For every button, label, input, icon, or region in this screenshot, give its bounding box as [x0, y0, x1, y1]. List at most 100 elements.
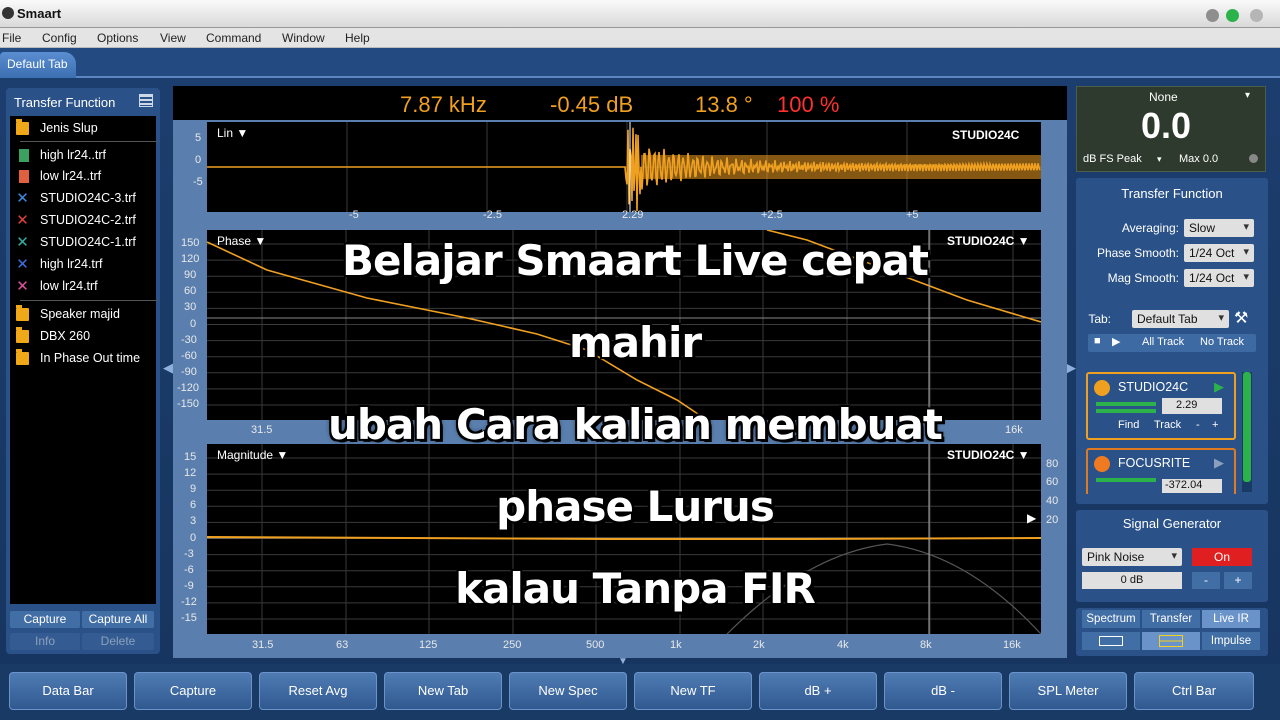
- menu-command[interactable]: Command: [206, 31, 261, 45]
- mag-smooth-select[interactable]: 1/24 Oct: [1184, 269, 1254, 287]
- db-plus-button[interactable]: dB +: [759, 672, 877, 710]
- delay-plus-button[interactable]: +: [1212, 419, 1218, 431]
- phase-y-tick: 90: [184, 269, 197, 282]
- meter-max: Max 0.0: [1179, 153, 1219, 165]
- x-icon: ✕: [16, 212, 29, 229]
- magnitude-plot-title[interactable]: Magnitude ▼: [217, 448, 288, 462]
- library-menu-icon[interactable]: [139, 94, 153, 107]
- spl-meter-button[interactable]: SPL Meter: [1009, 672, 1127, 710]
- phase-smooth-label: Phase Smooth:: [1096, 246, 1179, 260]
- find-button[interactable]: Find: [1118, 419, 1139, 431]
- track-power-icon[interactable]: [1094, 456, 1110, 472]
- delay-field[interactable]: 2.29: [1162, 398, 1222, 414]
- magnitude-y-tick: -12: [181, 595, 197, 608]
- meter-source-dropdown-icon[interactable]: ▾: [1245, 90, 1250, 101]
- signal-type-select[interactable]: Pink Noise: [1082, 548, 1182, 566]
- track-name: FOCUSRITE: [1118, 456, 1191, 470]
- phase-y-tick: 120: [181, 253, 200, 266]
- signal-level-field[interactable]: 0 dB: [1082, 572, 1182, 589]
- delay-field[interactable]: -372.04: [1162, 479, 1222, 493]
- play-icon[interactable]: ▶: [1112, 335, 1120, 348]
- impulse-response-plot[interactable]: Lin ▼ STUDIO24C: [207, 122, 1041, 212]
- cursor-readout: 7.87 kHz -0.45 dB 13.8 ° 100 %: [173, 86, 1067, 120]
- signal-on-button[interactable]: On: [1192, 548, 1252, 566]
- close-icon[interactable]: [1250, 9, 1263, 22]
- caption-line: mahir: [568, 318, 702, 367]
- new-tf-button[interactable]: New TF: [634, 672, 752, 710]
- magnitude-x-tick: 31.5: [252, 639, 274, 651]
- meter-reset-icon[interactable]: [1249, 154, 1258, 163]
- phase-x-tick: 31.5: [251, 424, 273, 436]
- phase-y-tick: 0: [190, 317, 197, 330]
- meter-source[interactable]: None: [1149, 90, 1178, 104]
- track-studio24c[interactable]: STUDIO24C ▶ 2.29 Find Track - +: [1086, 372, 1236, 440]
- tab-strip: Default Tab: [0, 48, 1280, 78]
- track-button[interactable]: Track: [1154, 419, 1181, 431]
- delete-button[interactable]: Delete: [82, 633, 154, 650]
- menu-options[interactable]: Options: [97, 31, 138, 45]
- capture-bottom-button[interactable]: Capture: [134, 672, 252, 710]
- reset-avg-button[interactable]: Reset Avg: [259, 672, 377, 710]
- tab-default[interactable]: Default Tab: [0, 52, 76, 78]
- folder-icon: [16, 349, 29, 365]
- magnitude-x-tick: 500: [586, 639, 605, 651]
- menu-view[interactable]: View: [160, 31, 186, 45]
- level-plus-button[interactable]: +: [1224, 572, 1252, 589]
- db-minus-button[interactable]: dB -: [884, 672, 1002, 710]
- smaart-window: Smaart File Config Options View Command …: [0, 0, 1280, 720]
- no-track-button[interactable]: No Track: [1200, 336, 1244, 348]
- new-spec-button[interactable]: New Spec: [509, 672, 627, 710]
- stop-icon[interactable]: ■: [1094, 335, 1101, 347]
- divider: [20, 141, 158, 142]
- meter-value: 0.0: [1141, 105, 1192, 146]
- averaging-select[interactable]: Slow: [1184, 219, 1254, 237]
- track-power-icon[interactable]: [1094, 380, 1110, 396]
- tools-icon[interactable]: ⚒: [1234, 308, 1248, 328]
- collapse-left-icon[interactable]: ◀: [163, 360, 173, 376]
- track-focusrite[interactable]: FOCUSRITE ▶ -372.04: [1086, 448, 1236, 494]
- track-play-icon[interactable]: ▶: [1214, 455, 1224, 471]
- ir-source-label: STUDIO24C: [952, 128, 1020, 142]
- capture-all-button[interactable]: Capture All: [82, 611, 154, 628]
- data-bar-button[interactable]: Data Bar: [9, 672, 127, 710]
- live-ir-mode-button[interactable]: Live IR: [1202, 610, 1260, 628]
- minimize-icon[interactable]: [1206, 9, 1219, 22]
- dual-view-button[interactable]: [1142, 632, 1200, 650]
- maximize-icon[interactable]: [1226, 9, 1239, 22]
- new-tab-button[interactable]: New Tab: [384, 672, 502, 710]
- cursor-marker-icon[interactable]: ▶: [1027, 511, 1036, 525]
- meter-unit-dropdown-icon[interactable]: ▾: [1157, 154, 1162, 165]
- info-button[interactable]: Info: [10, 633, 80, 650]
- scrollbar-thumb[interactable]: [1243, 372, 1251, 482]
- readout-phase: 13.8 °: [695, 92, 753, 117]
- transfer-mode-button[interactable]: Transfer: [1142, 610, 1200, 628]
- magnitude-x-tick: 2k: [753, 639, 765, 651]
- track-play-icon[interactable]: ▶: [1214, 379, 1224, 395]
- spectrum-mode-button[interactable]: Spectrum: [1082, 610, 1140, 628]
- phase-plot-title[interactable]: Phase ▼: [217, 234, 266, 248]
- caption-line: kalau Tanpa FIR: [455, 564, 816, 613]
- ctrl-bar-button[interactable]: Ctrl Bar: [1134, 672, 1254, 710]
- menu-file[interactable]: File: [2, 31, 21, 45]
- all-track-button[interactable]: All Track: [1142, 336, 1184, 348]
- tab-select[interactable]: Default Tab: [1132, 310, 1229, 328]
- ir-y-tick: 5: [195, 132, 202, 144]
- meter-unit[interactable]: dB FS Peak: [1083, 153, 1142, 165]
- phase-y-tick: 150: [181, 237, 200, 249]
- impulse-mode-button[interactable]: Impulse: [1202, 632, 1260, 650]
- track-toolbar: ■ ▶ All Track No Track: [1088, 334, 1256, 352]
- menu-window[interactable]: Window: [282, 31, 325, 45]
- phase-smooth-select[interactable]: 1/24 Oct: [1184, 244, 1254, 262]
- track-scrollbar[interactable]: [1242, 372, 1252, 492]
- delay-minus-button[interactable]: -: [1196, 419, 1200, 431]
- single-view-button[interactable]: [1082, 632, 1140, 650]
- magnitude-y-tick: 6: [190, 499, 197, 512]
- menu-help[interactable]: Help: [345, 31, 370, 45]
- averaging-label: Averaging:: [1121, 221, 1179, 235]
- coherence-tick: 80: [1046, 458, 1059, 470]
- capture-button[interactable]: Capture: [10, 611, 80, 628]
- level-minus-button[interactable]: -: [1192, 572, 1220, 589]
- track-meter: [1096, 402, 1156, 406]
- menu-config[interactable]: Config: [42, 31, 77, 45]
- ir-plot-title[interactable]: Lin ▼: [217, 126, 248, 140]
